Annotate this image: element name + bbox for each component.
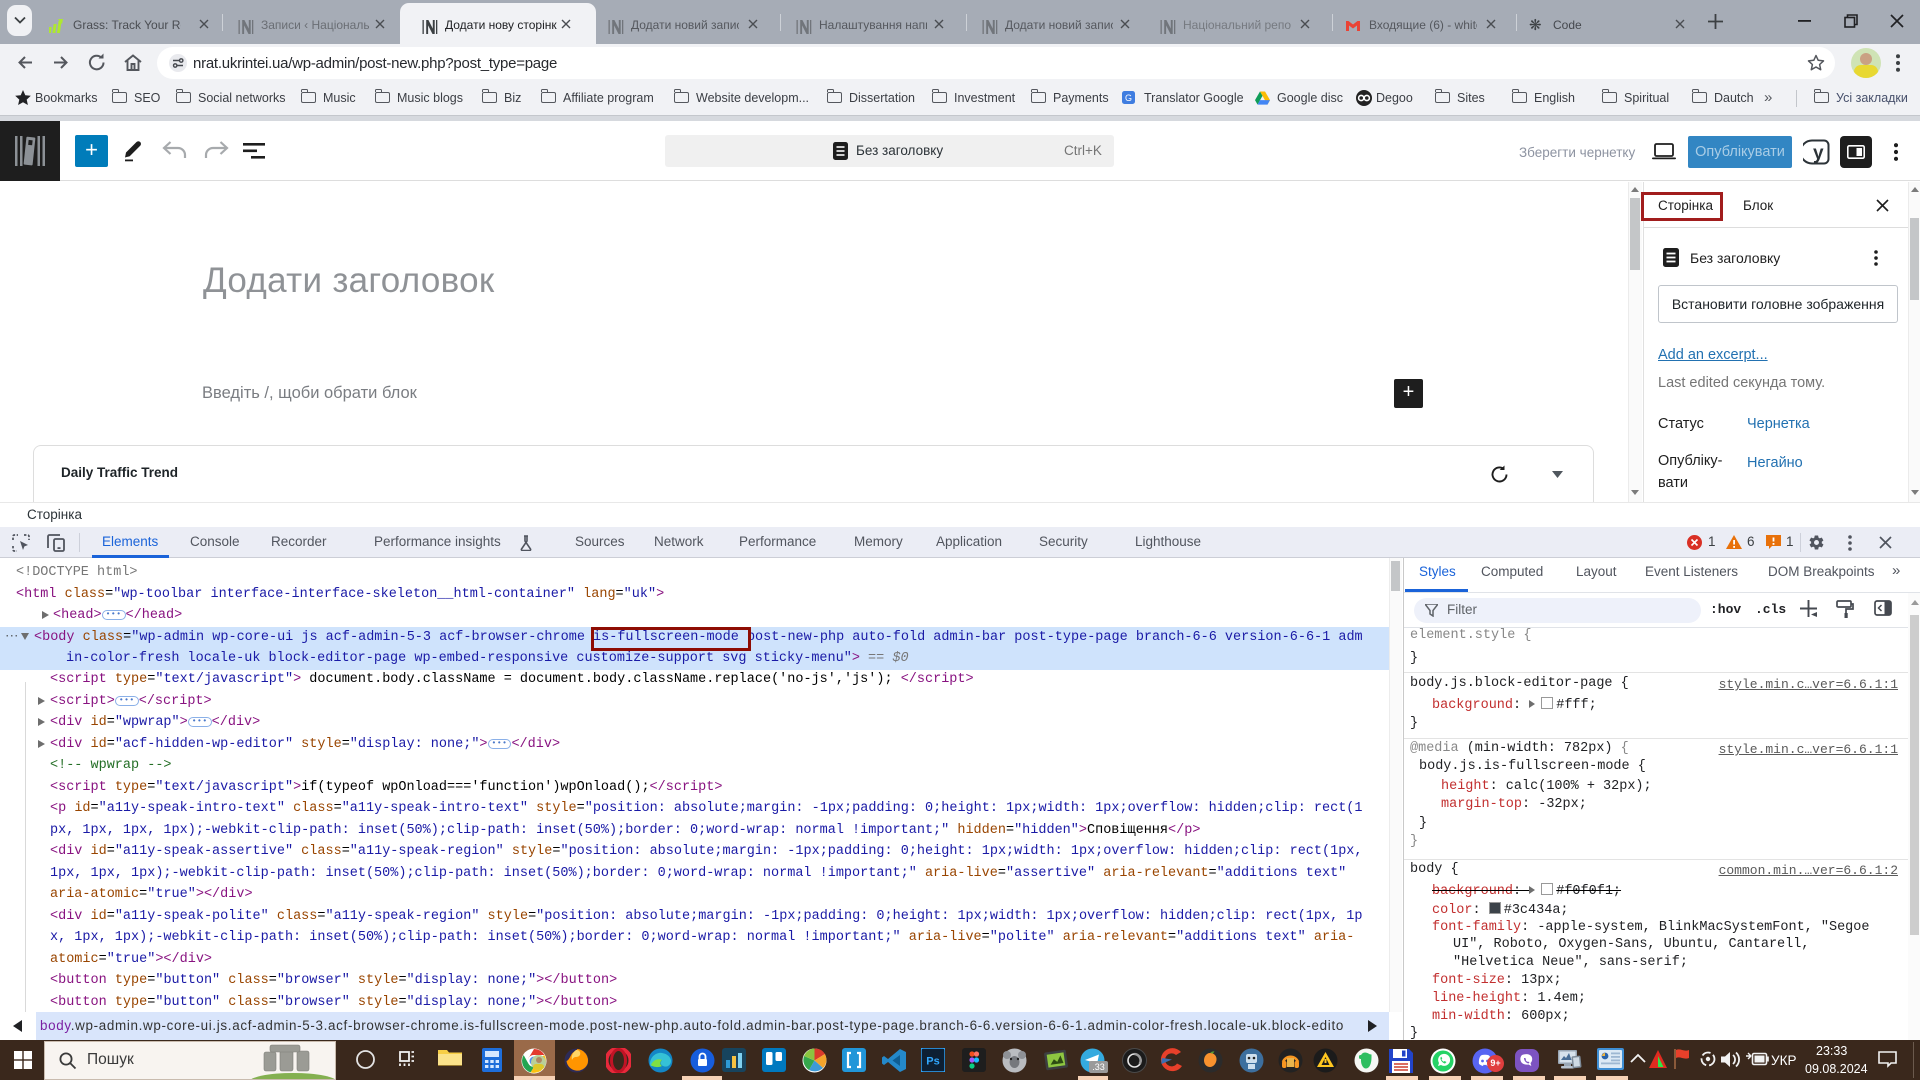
svg-text:y: y (1813, 143, 1824, 164)
svg-text:G: G (1125, 93, 1132, 103)
svg-text:Ps: Ps (926, 1056, 939, 1068)
